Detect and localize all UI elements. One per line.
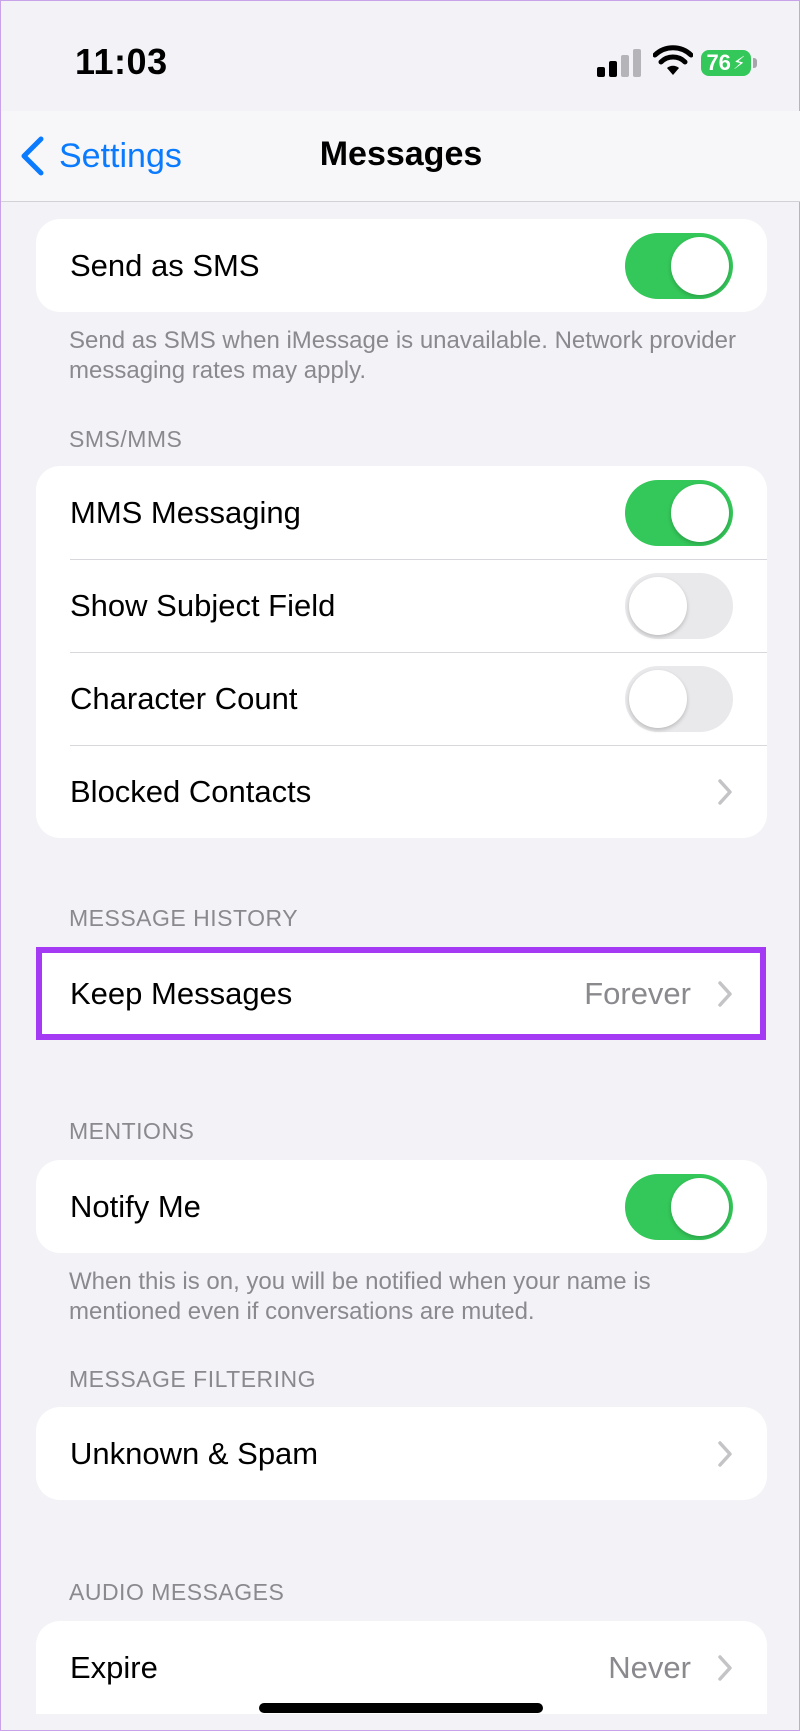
mentions-header: MENTIONS (69, 1118, 195, 1144)
send-as-sms-row: Send as SMS (36, 219, 767, 312)
unknown-spam-label: Unknown & Spam (70, 1435, 319, 1471)
character-count-row: Character Count (36, 652, 767, 745)
notify-me-row: Notify Me (36, 1160, 767, 1253)
message-history-header: MESSAGE HISTORY (69, 905, 299, 931)
mms-messaging-label: MMS Messaging (70, 494, 301, 530)
expire-value: Never (608, 1649, 691, 1685)
expire-label: Expire (70, 1649, 158, 1685)
keep-messages-row[interactable]: Keep Messages Forever (36, 947, 767, 1040)
chevron-right-icon (718, 980, 732, 1007)
keep-messages-value: Forever (584, 975, 691, 1011)
keep-messages-label: Keep Messages (70, 975, 293, 1011)
message-filtering-group: Unknown & Spam (36, 1407, 767, 1500)
message-filtering-header: MESSAGE FILTERING (69, 1366, 317, 1392)
audio-messages-header: AUDIO MESSAGES (69, 1579, 285, 1605)
battery-level: 76 ⚡ (701, 50, 751, 76)
send-as-sms-group: Send as SMS (36, 219, 767, 312)
chevron-right-icon (718, 778, 732, 805)
sms-mms-group: MMS Messaging Show Subject Field Charact… (36, 466, 767, 838)
blocked-contacts-row[interactable]: Blocked Contacts (36, 745, 767, 838)
notify-me-toggle[interactable] (625, 1173, 733, 1240)
chevron-right-icon (718, 1440, 732, 1467)
battery-icon: 76 ⚡ (701, 50, 759, 78)
navigation-bar: Settings Messages (1, 111, 800, 202)
wifi-icon (653, 45, 693, 75)
unknown-spam-row[interactable]: Unknown & Spam (36, 1407, 767, 1500)
home-indicator[interactable] (259, 1703, 543, 1713)
charging-bolt-icon: ⚡ (732, 52, 746, 73)
cellular-signal-icon (597, 49, 641, 77)
mms-messaging-toggle[interactable] (625, 479, 733, 546)
chevron-right-icon (718, 1654, 732, 1681)
character-count-label: Character Count (70, 680, 298, 716)
sms-mms-header: SMS/MMS (69, 426, 183, 452)
page-title: Messages (319, 135, 483, 173)
mentions-group: Notify Me (36, 1160, 767, 1253)
show-subject-field-toggle[interactable] (625, 572, 733, 639)
expire-row[interactable]: Expire Never (36, 1621, 767, 1714)
blocked-contacts-label: Blocked Contacts (70, 773, 312, 809)
status-bar: 11:03 76 ⚡ (1, 1, 800, 111)
character-count-toggle[interactable] (625, 665, 733, 732)
message-history-group: Keep Messages Forever (36, 947, 767, 1040)
mentions-footnote: When this is on, you will be notified wh… (69, 1268, 651, 1325)
send-as-sms-label: Send as SMS (70, 247, 260, 283)
battery-percentage: 76 (706, 50, 731, 75)
mms-messaging-row: MMS Messaging (36, 466, 767, 559)
send-as-sms-footnote: Send as SMS when iMessage is unavailable… (69, 327, 736, 384)
notify-me-label: Notify Me (70, 1188, 201, 1224)
audio-messages-group: Expire Never (36, 1621, 767, 1714)
show-subject-field-label: Show Subject Field (70, 587, 336, 623)
send-as-sms-toggle[interactable] (625, 232, 733, 299)
show-subject-field-row: Show Subject Field (36, 559, 767, 652)
status-time: 11:03 (75, 41, 168, 82)
